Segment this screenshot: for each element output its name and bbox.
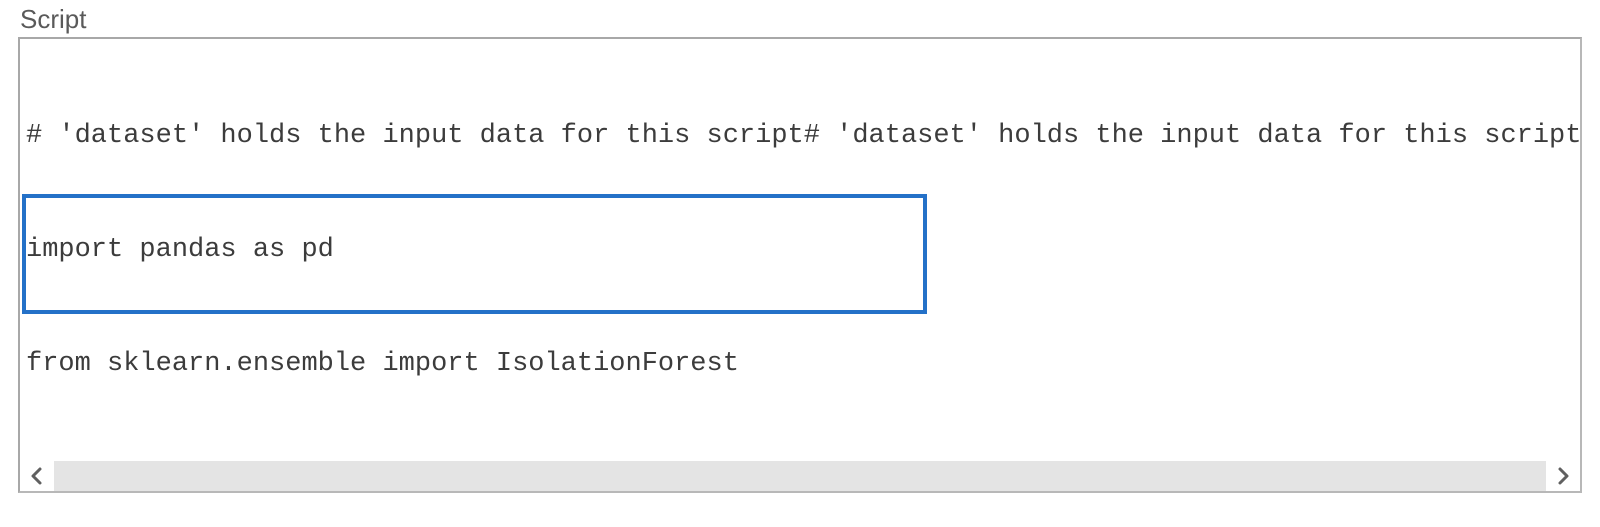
code-line[interactable]: from sklearn.ensemble import IsolationFo… [26,345,1574,383]
chevron-right-icon [1555,466,1571,486]
scroll-left-button[interactable] [20,461,54,491]
horizontal-scrollbar[interactable] [20,461,1580,491]
editor-label: Script [20,4,1582,35]
script-editor-panel: Script # 'dataset' holds the input data … [0,0,1600,501]
scroll-right-button[interactable] [1546,461,1580,491]
code-line[interactable]: # 'dataset' holds the input data for thi… [26,117,1574,155]
chevron-left-icon [29,466,45,486]
code-line[interactable]: import pandas as pd [26,231,1574,269]
scroll-track[interactable] [54,461,1546,491]
script-code-area[interactable]: # 'dataset' holds the input data for thi… [20,39,1580,461]
script-editor-box: # 'dataset' holds the input data for thi… [18,37,1582,493]
